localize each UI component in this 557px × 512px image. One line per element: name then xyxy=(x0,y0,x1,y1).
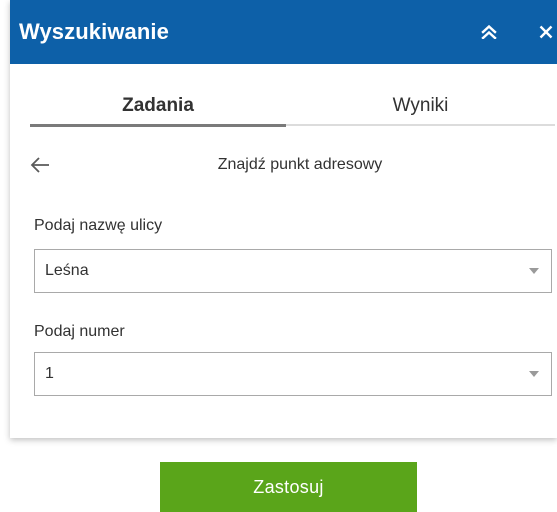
tab-zadania[interactable]: Zadania xyxy=(30,89,286,125)
back-button[interactable] xyxy=(30,150,62,180)
number-label: Podaj numer xyxy=(34,323,125,340)
task-title: Znajdź punkt adresowy xyxy=(217,156,383,173)
double-chevron-up-icon xyxy=(481,25,497,39)
tab-bar: Zadania Wyniki xyxy=(30,89,555,127)
apply-button[interactable]: Zastosuj xyxy=(160,462,417,512)
active-tab-indicator xyxy=(30,124,286,127)
close-button[interactable] xyxy=(534,16,557,48)
street-select-value: Leśna xyxy=(45,262,89,279)
panel-title: Wyszukiwanie xyxy=(19,19,169,44)
caret-down-icon xyxy=(529,371,539,377)
tab-wyniki[interactable]: Wyniki xyxy=(286,89,555,125)
number-select-value: 1 xyxy=(45,365,54,382)
panel-header: Wyszukiwanie xyxy=(10,0,557,64)
street-label: Podaj nazwę ulicy xyxy=(34,217,163,234)
street-select[interactable]: Leśna xyxy=(34,249,552,293)
close-icon xyxy=(539,25,553,39)
number-select[interactable]: 1 xyxy=(34,352,552,396)
collapse-button[interactable] xyxy=(473,16,505,48)
arrow-left-icon xyxy=(30,157,49,173)
search-panel: Wyszukiwanie Zadania Wyniki Znajdź punkt… xyxy=(10,0,557,438)
caret-down-icon xyxy=(529,268,539,274)
